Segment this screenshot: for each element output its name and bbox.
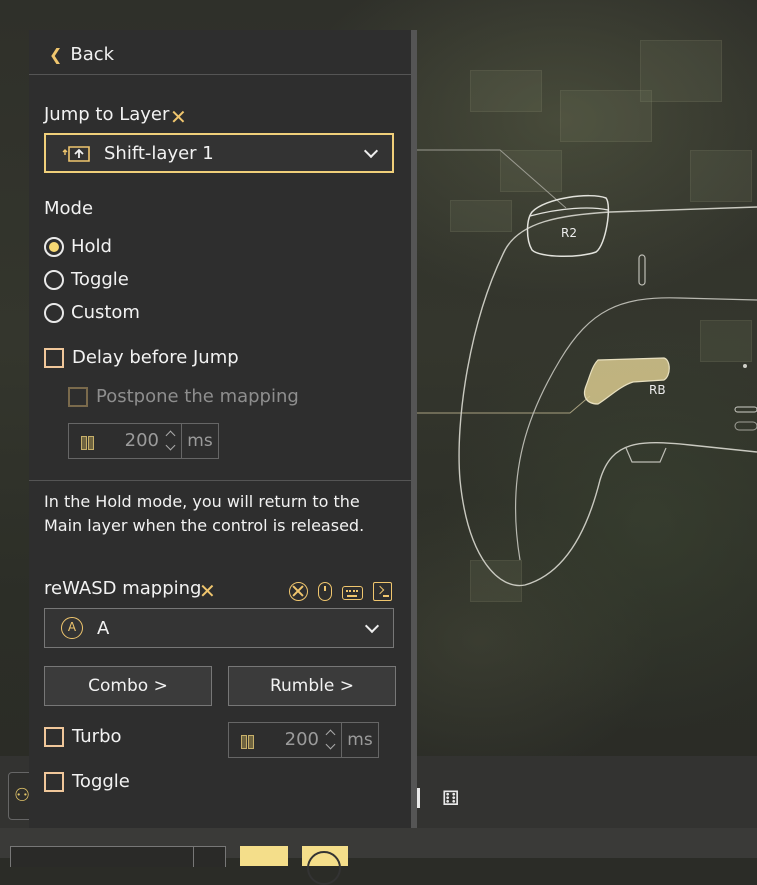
divider xyxy=(29,480,411,481)
chevron-down-icon xyxy=(364,146,378,160)
postpone-mapping-checkbox[interactable]: Postpone the mapping xyxy=(68,386,299,407)
checkbox-icon xyxy=(68,386,88,407)
mode-hold-radio[interactable]: Hold xyxy=(44,236,112,257)
stepper-arrows[interactable] xyxy=(163,424,181,458)
chevron-up-icon[interactable] xyxy=(165,430,176,441)
remove-mapping-close-icon[interactable]: ✕ xyxy=(199,581,216,601)
mapping-source-icons xyxy=(289,582,392,601)
turbo-checkbox[interactable]: Turbo xyxy=(44,726,122,747)
joystick-icon[interactable]: ⚅ xyxy=(442,786,459,810)
delay-value[interactable]: 200 xyxy=(99,424,163,458)
chevron-down-icon[interactable] xyxy=(325,739,336,750)
bottom-yellow-button[interactable] xyxy=(240,846,288,866)
mapping-select-value: A xyxy=(97,617,110,639)
stepper-arrows[interactable] xyxy=(323,723,341,757)
radio-selected-icon xyxy=(44,236,64,257)
checkbox-icon xyxy=(44,347,64,368)
turbo-ms-stepper[interactable]: 200 ms xyxy=(228,722,379,758)
mode-custom-label: Custom xyxy=(71,302,140,323)
remove-jump-close-icon[interactable]: ✕ xyxy=(170,107,187,127)
mode-title: Mode xyxy=(44,198,94,219)
radio-icon xyxy=(44,302,64,323)
mapping-panel: ❮ Back Jump to Layer ✕ Shift-layer 1 Mod… xyxy=(29,30,417,828)
radio-icon xyxy=(44,269,64,290)
turbo-unit: ms xyxy=(341,723,378,757)
controller-icon: ⚇ xyxy=(14,785,31,806)
rewasd-mapping-title: reWASD mapping xyxy=(44,578,202,599)
divider xyxy=(29,74,411,75)
layer-select-value: Shift-layer 1 xyxy=(104,142,214,164)
jump-to-layer-title: Jump to Layer xyxy=(44,104,170,125)
delay-before-jump-checkbox[interactable]: Delay before Jump xyxy=(44,347,239,368)
checkbox-icon xyxy=(44,726,64,747)
toggle-label: Toggle xyxy=(72,771,130,792)
postpone-mapping-label: Postpone the mapping xyxy=(96,386,299,407)
a-button-icon: A xyxy=(61,617,83,639)
layer-select[interactable]: Shift-layer 1 xyxy=(44,133,394,173)
delay-ms-stepper[interactable]: 200 ms xyxy=(68,423,219,459)
checkbox-icon xyxy=(44,771,64,792)
toggle-checkbox[interactable]: Toggle xyxy=(44,771,130,792)
bottom-field[interactable] xyxy=(10,846,226,867)
bottom-yellow-circle-button[interactable] xyxy=(302,846,348,885)
turbo-label: Turbo xyxy=(72,726,122,747)
mode-hold-label: Hold xyxy=(71,236,112,257)
drag-handle-icon[interactable] xyxy=(69,424,99,458)
mode-toggle-label: Toggle xyxy=(71,269,129,290)
back-label: Back xyxy=(70,43,115,65)
delay-unit: ms xyxy=(181,424,218,458)
rumble-button[interactable]: Rumble > xyxy=(228,666,396,706)
delay-before-jump-label: Delay before Jump xyxy=(72,347,239,368)
chevron-up-icon[interactable] xyxy=(325,729,336,740)
layer-jump-icon xyxy=(62,142,92,164)
keyboard-icon[interactable] xyxy=(342,586,363,600)
r2-label[interactable]: R2 xyxy=(561,226,577,240)
back-button[interactable]: ❮ Back xyxy=(49,42,114,66)
mouse-icon[interactable] xyxy=(318,582,332,601)
gamepad-icon[interactable] xyxy=(289,582,308,601)
turbo-value[interactable]: 200 xyxy=(259,723,323,757)
terminal-icon[interactable] xyxy=(373,582,392,601)
chevron-down-icon[interactable] xyxy=(165,440,176,451)
rb-label[interactable]: RB xyxy=(649,383,666,397)
mode-custom-radio[interactable]: Custom xyxy=(44,302,140,323)
mode-description: In the Hold mode, you will return to the… xyxy=(44,492,365,535)
combo-button[interactable]: Combo > xyxy=(44,666,212,706)
chevron-down-icon xyxy=(365,621,379,635)
mode-toggle-radio[interactable]: Toggle xyxy=(44,269,129,290)
chevron-left-icon: ❮ xyxy=(49,44,63,64)
drag-handle-icon[interactable] xyxy=(229,723,259,757)
mapping-select[interactable]: A A xyxy=(44,608,394,648)
